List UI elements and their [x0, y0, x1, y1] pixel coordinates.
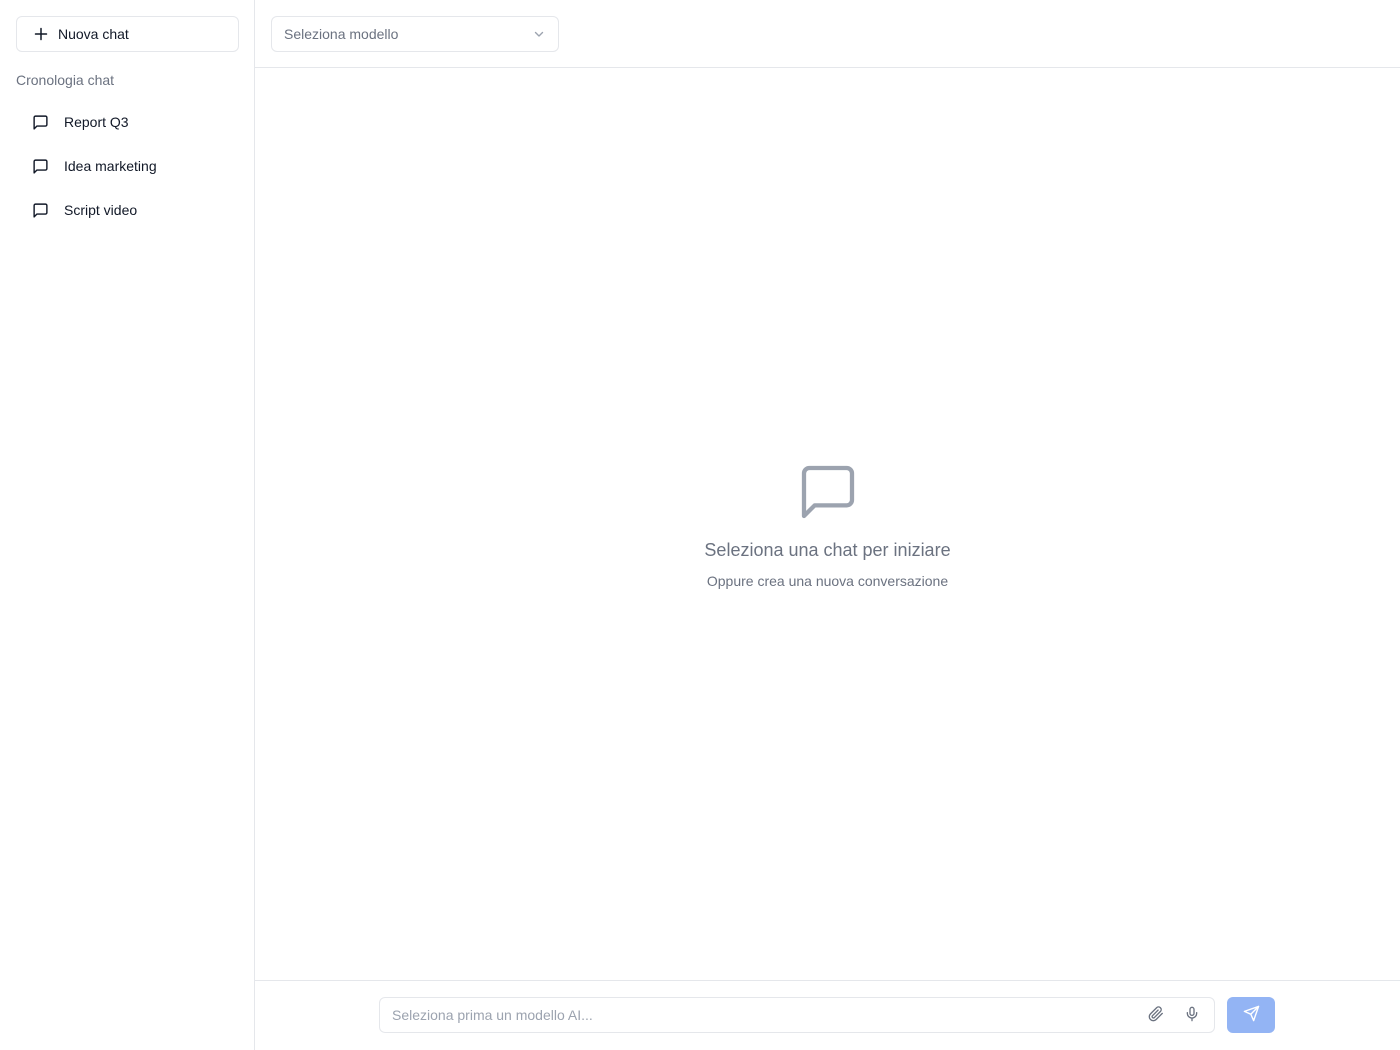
new-chat-button[interactable]: Nuova chat: [16, 16, 239, 52]
model-select-label: Seleziona modello: [284, 26, 399, 42]
message-square-icon: [796, 460, 860, 524]
send-icon: [1243, 1005, 1260, 1025]
chat-history-item-label: Script video: [64, 202, 138, 218]
paperclip-icon: [1148, 1005, 1164, 1025]
attach-button[interactable]: [1142, 1001, 1170, 1029]
message-input[interactable]: [380, 998, 1142, 1032]
send-button[interactable]: [1227, 997, 1275, 1033]
message-square-icon: [32, 158, 49, 175]
message-square-icon: [32, 202, 49, 219]
empty-state-subtitle: Oppure crea una nuova conversazione: [706, 573, 949, 589]
chat-history-item-script-video[interactable]: Script video: [16, 188, 238, 232]
top-bar: Seleziona modello: [255, 0, 1400, 68]
chat-history-item-label: Idea marketing: [64, 158, 157, 174]
chat-history-item-report-q3[interactable]: Report Q3: [16, 100, 238, 144]
chevron-down-icon: [532, 27, 546, 41]
message-square-icon: [32, 114, 49, 131]
main-panel: Seleziona modello Seleziona una chat per…: [255, 0, 1400, 1050]
empty-state-title: Seleziona una chat per iniziare: [704, 540, 951, 560]
app-root: Nuova chat Cronologia chat Report Q3 Ide…: [0, 0, 1400, 1050]
chat-history-heading: Cronologia chat: [16, 72, 115, 88]
microphone-icon: [1184, 1006, 1200, 1025]
new-chat-label: Nuova chat: [58, 26, 129, 42]
message-input-wrapper: [379, 997, 1215, 1033]
chat-history-list: Report Q3 Idea marketing Script video: [16, 100, 238, 232]
chat-history-item-idea-marketing[interactable]: Idea marketing: [16, 144, 238, 188]
model-select[interactable]: Seleziona modello: [271, 16, 559, 52]
empty-state: Seleziona una chat per iniziare Oppure c…: [255, 460, 1400, 589]
chat-history-item-label: Report Q3: [64, 114, 129, 130]
voice-input-button[interactable]: [1178, 1001, 1206, 1029]
sidebar: Nuova chat Cronologia chat Report Q3 Ide…: [0, 0, 255, 1050]
composer: [255, 980, 1400, 1050]
plus-icon: [34, 27, 48, 41]
